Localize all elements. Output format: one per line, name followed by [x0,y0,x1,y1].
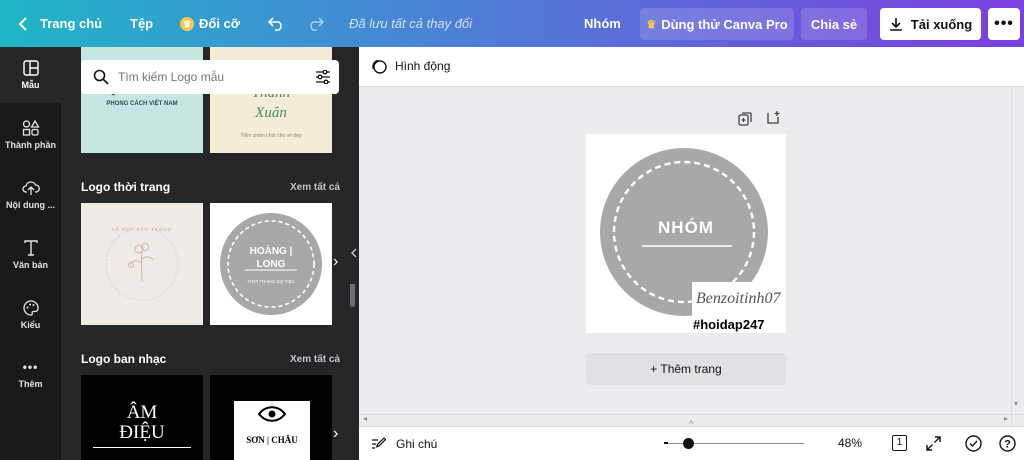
nav-label: Văn bản [12,260,48,270]
scroll-left-icon[interactable]: ◂ [363,414,367,423]
crown-icon: ♛ [646,18,657,31]
template-icon [22,60,39,76]
filter-icon[interactable] [315,70,331,84]
nav-label: Thành phần [5,140,56,150]
add-page-icon[interactable] [767,110,781,124]
zoom-minus-mark [664,442,668,444]
nav-label: Thêm [18,379,43,389]
thumb-subtitle: Tiệm chăm chút cho vẻ đẹp [240,133,302,139]
nav-label: Nội dung ... [6,200,55,210]
thumb-title: ÂM ĐIỆU [119,402,165,443]
page-count-button[interactable]: 1 [892,435,907,451]
team-button[interactable]: Nhóm [584,0,621,47]
palette-icon [22,300,39,316]
resize-button[interactable]: ♛ Đổi cỡ [180,0,240,47]
animate-icon [372,59,387,74]
svg-text:?: ? [1004,439,1011,451]
nav-styles[interactable]: Kiểu [0,287,61,343]
elements-icon [22,120,40,136]
file-menu[interactable]: Tệp [130,0,153,47]
design-page[interactable]: NHÓM Benzoitinh07 #hoidap247 [586,134,786,333]
nav-templates[interactable]: Mẫu [0,47,61,103]
see-all-band-link[interactable]: Xem tất cả [290,354,340,365]
animate-label: Hình động [395,59,451,73]
eye-icon [258,406,286,422]
search-bar[interactable] [81,60,339,94]
download-button[interactable]: Tải xuống [880,8,981,40]
zoom-label[interactable]: 48% [838,436,862,450]
section-title-fashion: Logo thời trang [81,180,171,194]
notes-icon [372,436,386,449]
try-pro-button[interactable]: ♛ Dùng thử Canva Pro [640,8,794,40]
vertical-scrollbar[interactable]: ▾ [1011,87,1024,426]
chevron-right-icon[interactable]: › [333,425,338,443]
signature-text: Benzoitinh07 [692,282,786,316]
upload-icon [21,181,40,195]
template-thumb-son-chau[interactable]: SƠN | CHÂU [210,375,332,460]
see-all-fashion-link[interactable]: Xem tất cả [290,182,340,193]
check-icon[interactable] [965,435,982,452]
templates-panel: QUÁN ĂC PHONG CÁCH VIỆT NAM Thanh Xuân T… [61,47,359,460]
more-icon: ••• [22,360,39,374]
floral-emblem-icon [105,227,179,301]
home-label: Trang chủ [40,16,103,31]
search-input[interactable] [118,70,308,84]
undo-button[interactable] [268,0,286,47]
try-pro-label: Dùng thử Canva Pro [661,16,788,32]
thumb-subtitle: PHONG CÁCH VIỆT NAM [106,101,178,107]
chevron-right-icon[interactable]: › [333,253,338,271]
top-bar: Trang chủ Tệp ♛ Đổi cỡ Đã lưu tất cả tha… [0,0,1024,47]
search-icon [93,69,109,85]
download-label: Tải xuống [910,16,973,32]
thumb-caption: VẺ ĐẸP BÊN TRONG [111,227,173,232]
redo-button[interactable] [306,0,324,47]
scroll-right-icon[interactable]: ▸ [1004,414,1008,423]
help-icon[interactable]: ? [999,435,1016,452]
home-button[interactable]: Trang chủ [18,0,102,47]
save-status: Đã lưu tất cả thay đổi [349,16,473,31]
nav-text[interactable]: Văn bản [0,227,61,283]
notes-label: Ghi chú [396,436,438,451]
scroll-down-icon[interactable]: ▾ [1014,399,1018,408]
more-options-button[interactable]: ••• [988,8,1020,40]
thumb-subtitle: THỜI TRANG DỰ TIỆC [247,279,295,284]
zoom-slider[interactable] [664,438,804,449]
nav-label: Kiểu [20,320,41,330]
text-icon [23,240,38,256]
divider [93,447,191,448]
redo-icon [310,16,324,31]
undo-icon [268,16,282,31]
nav-elements[interactable]: Thành phần [0,107,61,163]
thumb-title: SƠN | CHÂU [246,435,298,445]
thumb-card: SƠN | CHÂU [234,401,310,460]
add-page-button[interactable]: + Thêm trang [586,353,786,385]
template-thumb-hoang-long[interactable]: HOÀNG | LONG THỜI TRANG DỰ TIỆC [210,203,332,325]
ellipsis-icon: ••• [994,15,1014,32]
share-button[interactable]: Chia sẻ [801,8,867,40]
section-title-band: Logo ban nhạc [81,352,167,366]
template-thumb-floral[interactable]: VẺ ĐẸP BÊN TRONG [81,203,203,325]
bottom-bar: Ghi chú 48% 1 ? [359,426,1024,460]
zoom-slider-knob[interactable] [682,438,694,449]
nav-more[interactable]: ••• Thêm [0,347,61,403]
fullscreen-icon[interactable] [926,436,941,451]
nav-label: Mẫu [21,80,40,90]
nav-uploads[interactable]: Nội dung ... [0,167,61,223]
chevron-left-icon [18,16,27,31]
left-nav: Mẫu Thành phần Nội dung ... Văn bản Kiểu… [0,47,61,460]
template-thumb-am-dieu[interactable]: ÂM ĐIỆU [81,375,203,460]
crown-icon: ♛ [180,16,194,31]
chevron-left-icon [351,248,357,258]
animate-button[interactable]: Hình động [371,47,450,85]
duplicate-page-icon[interactable] [738,112,752,126]
resize-label: Đổi cỡ [199,16,241,31]
download-icon [889,18,902,31]
logo-text: NHÓM [658,218,714,237]
notes-button[interactable]: Ghi chú [371,427,437,460]
thumb-title: HOÀNG | LONG [249,246,293,270]
editor-toolbar: Hình động [359,47,1024,87]
hashtag-text: #hoidap247 [692,316,786,333]
